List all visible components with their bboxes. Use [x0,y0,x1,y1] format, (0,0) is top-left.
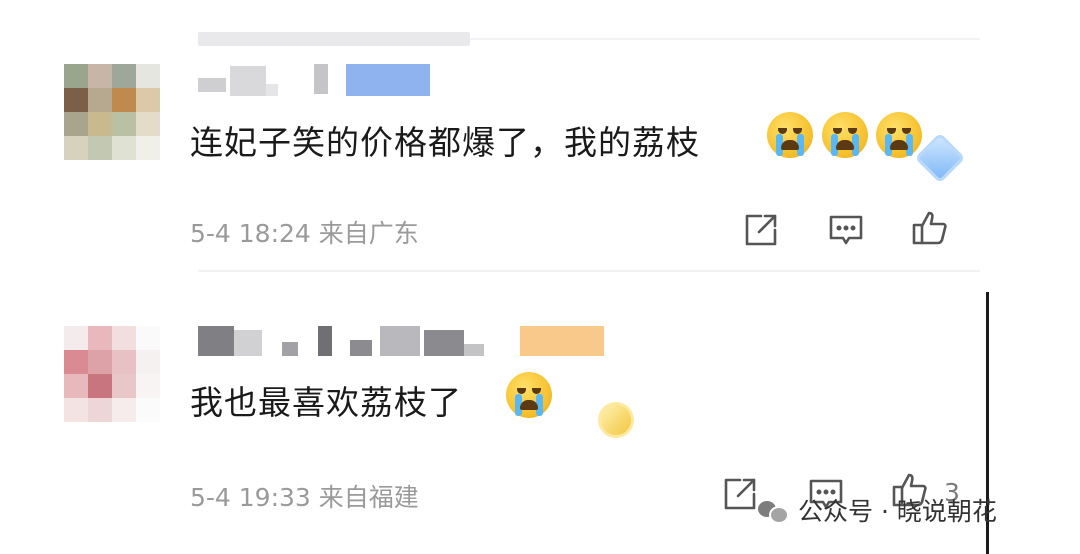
share-icon[interactable] [741,210,781,250]
watermark: 公众号 · 晓说朝花 [758,492,997,528]
blurred-username [314,64,328,94]
blue-diamond-badge-icon [914,132,966,184]
avatar[interactable] [64,64,160,160]
blurred-header-strip [198,32,470,46]
comment-meta: 5-4 19:33 来自福建 [190,483,419,512]
crying-face-emoji [822,112,868,158]
blurred-username [424,330,464,356]
crying-face-emoji [876,112,922,158]
wechat-icon [758,497,789,524]
share-icon[interactable] [720,474,760,514]
blurred-vip-tag [520,326,604,356]
divider [198,270,980,272]
watermark-text: 公众号 · 晓说朝花 [798,497,997,526]
gold-badge-icon [598,402,634,438]
comment-text: 连妃子笑的价格都爆了，我的荔枝 [190,123,700,162]
blurred-vip-tag [346,64,430,96]
crying-face-emoji [506,372,552,418]
blurred-username [266,84,278,96]
comment-text: 我也最喜欢荔枝了 [190,383,462,422]
comment-meta: 5-4 18:24 来自广东 [190,219,419,248]
blurred-username[interactable] [198,78,226,92]
blurred-username [230,66,266,96]
blurred-username [380,326,420,356]
blurred-username[interactable] [198,326,234,356]
blurred-username [350,340,372,356]
crying-face-emoji [767,112,813,158]
comment-thread: 连妃子笑的价格都爆了，我的荔枝 5-4 18:24 来自广东 我也最喜欢荔枝了 … [0,0,1080,554]
divider [470,38,980,40]
thumbs-up-icon[interactable] [910,208,950,248]
blurred-username [318,326,332,356]
avatar[interactable] [64,326,160,422]
comment-icon[interactable] [826,210,866,250]
blurred-username [234,330,262,356]
blurred-username [282,342,298,356]
blurred-username [464,344,484,356]
